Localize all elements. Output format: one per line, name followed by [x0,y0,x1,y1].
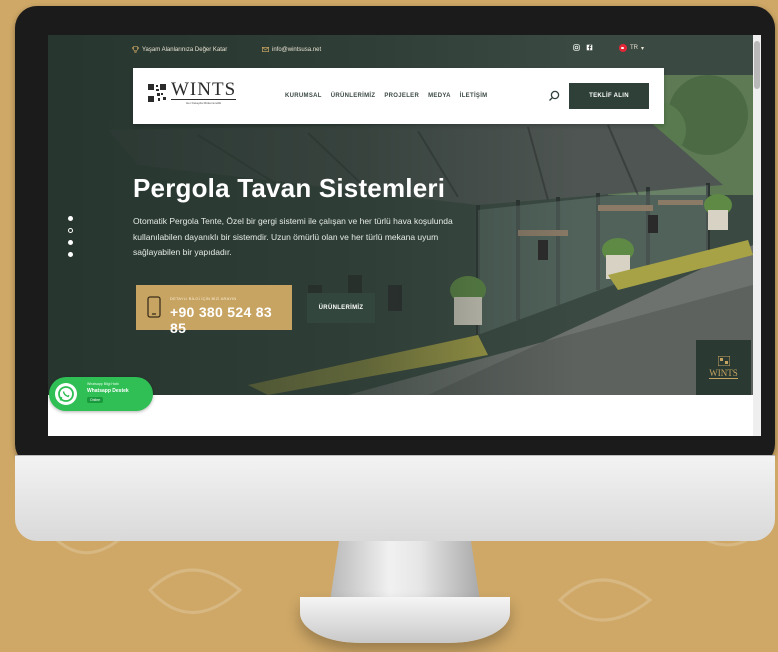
whatsapp-support-widget[interactable]: Whatsapp Bilgi Hattı Whatsapp Destek Onl… [49,377,153,411]
corner-logo: WINTS [696,340,751,395]
nav-item-kurumsal[interactable]: KURUMSAL [285,93,322,99]
monitor-stand-neck [330,541,480,601]
logo-wordmark: WINTS [171,79,237,100]
top-info-bar: Yaşam Alanlarınıza Değer Katar info@wint… [48,35,753,65]
nav-menu: KURUMSAL ÜRÜNLERİMİZ PROJELER MEDYA İLET… [285,93,487,99]
whatsapp-line2: Whatsapp Destek [87,388,129,394]
hero-slider: Yaşam Alanlarınıza Değer Katar info@wint… [48,35,753,395]
language-label: TR [630,45,638,51]
get-quote-button[interactable]: TEKLİF ALIN [569,83,649,109]
facebook-icon[interactable] [586,44,593,51]
whatsapp-icon [55,383,77,405]
slider-pagination [68,216,73,257]
slider-dot-1[interactable] [68,216,73,221]
phone-caption: DETAYLI BİLGİ İÇİN BİZİ ARAYIN [170,296,237,301]
award-info: Yaşam Alanlarınıza Değer Katar [132,46,227,53]
hero-title: Pergola Tavan Sistemleri [133,173,446,203]
logo-tagline: Her Detayda Mükemmellik [185,101,222,105]
turkey-flag-icon [619,44,627,52]
chevron-down-icon: ▾ [641,45,645,52]
nav-item-urunlerimiz[interactable]: ÜRÜNLERİMİZ [331,93,376,99]
nav-item-iletisim[interactable]: İLETİŞİM [460,93,488,99]
corner-logo-text: WINTS [709,368,738,379]
whatsapp-online-badge: Online [87,397,104,403]
scrollbar-thumb[interactable] [754,41,760,89]
mail-icon [262,47,269,52]
logo-mark-icon [717,356,730,366]
monitor-chin [15,455,775,541]
main-navigation: WINTS Her Detayda Mükemmellik KURUMSAL Ü… [133,68,664,124]
slider-dot-3[interactable] [68,240,73,245]
language-selector[interactable]: TR ▾ [619,44,644,52]
products-button[interactable]: ÜRÜNLERİMİZ [307,293,375,323]
mobile-phone-icon [147,296,161,318]
monitor-screen: Yaşam Alanlarınıza Değer Katar info@wint… [48,35,761,436]
phone-call-button[interactable]: DETAYLI BİLGİ İÇİN BİZİ ARAYIN +90 380 5… [136,285,292,336]
slider-dot-4[interactable] [68,252,73,257]
social-links [573,44,593,51]
monitor-stand-base [300,597,510,643]
email-text: info@wintsusa.net [272,46,322,53]
page-scrollbar[interactable] [753,35,761,436]
content-area [48,395,753,436]
nav-item-projeler[interactable]: PROJELER [384,93,419,99]
trophy-icon [132,46,139,53]
site-logo[interactable]: WINTS Her Detayda Mükemmellik [147,79,237,105]
instagram-icon[interactable] [573,44,580,51]
nav-item-medya[interactable]: MEDYA [428,93,451,99]
phone-number: +90 380 524 83 85 [170,304,272,336]
hero-description: Otomatik Pergola Tente, Özel bir gergi s… [133,216,453,257]
slider-dot-2[interactable] [68,228,73,233]
search-icon[interactable] [547,89,561,103]
award-text: Yaşam Alanlarınıza Değer Katar [142,46,228,53]
whatsapp-line1: Whatsapp Bilgi Hattı [87,382,119,386]
email-link[interactable]: info@wintsusa.net [262,46,321,53]
qr-code-icon [147,83,167,103]
